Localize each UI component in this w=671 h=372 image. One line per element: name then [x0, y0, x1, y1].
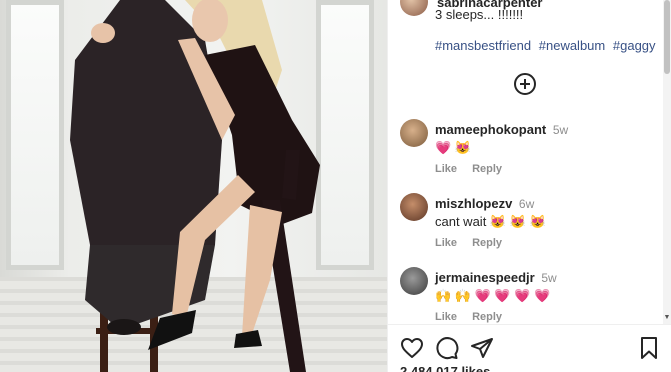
- post-caption: 3 sleeps... !!!!!!!: [435, 7, 524, 22]
- scroll-down-arrow-icon[interactable]: ▼: [663, 314, 671, 321]
- post-action-bar: [400, 336, 661, 360]
- likes-count[interactable]: 2,484,017 likes: [400, 364, 490, 372]
- avatar[interactable]: [400, 267, 428, 295]
- bookmark-icon[interactable]: [637, 336, 661, 360]
- avatar[interactable]: [400, 119, 428, 147]
- comment-text: 💗 😻: [435, 140, 471, 155]
- comment-username[interactable]: jermainespeedjr: [435, 270, 535, 285]
- comment-time[interactable]: 5w: [553, 123, 568, 137]
- hashtag-list: #mansbestfriend #newalbum #gaggy: [435, 38, 660, 53]
- comment-bubble-icon[interactable]: [435, 336, 459, 360]
- comment-like-button[interactable]: Like: [435, 311, 457, 323]
- comment-reply-button[interactable]: Reply: [472, 163, 502, 175]
- avatar[interactable]: [400, 193, 428, 221]
- post-side-panel: sabrinacarpenter 3 sleeps... !!!!!!! #ma…: [387, 0, 671, 372]
- comment-like-button[interactable]: Like: [435, 163, 457, 175]
- comment-text: cant wait 😻 😻 😻: [435, 214, 546, 229]
- photo-subjects: [70, 0, 320, 372]
- comment-item: miszhlopezv 6w cant wait 😻 😻 😻 Like Repl…: [400, 193, 660, 263]
- divider: [388, 324, 671, 325]
- hashtag-link[interactable]: #gaggy: [613, 38, 656, 53]
- comment-time[interactable]: 6w: [519, 197, 534, 211]
- comments-scrollbar[interactable]: ▼: [663, 0, 671, 325]
- hashtag-link[interactable]: #mansbestfriend: [435, 38, 531, 53]
- hashtag-link[interactable]: #newalbum: [539, 38, 606, 53]
- comment-reply-button[interactable]: Reply: [472, 311, 502, 323]
- scrollbar-thumb[interactable]: [664, 0, 670, 74]
- heart-outline-icon[interactable]: [400, 336, 424, 360]
- comment-item: jermainespeedjr 5w 🙌 🙌 💗 💗 💗 💗 Like Repl…: [400, 267, 660, 337]
- paper-plane-icon[interactable]: [470, 336, 494, 360]
- comment-like-button[interactable]: Like: [435, 237, 457, 249]
- post-photo[interactable]: [0, 0, 387, 372]
- comment-time[interactable]: 5w: [541, 271, 556, 285]
- comment-username[interactable]: miszhlopezv: [435, 196, 512, 211]
- avatar[interactable]: [400, 0, 428, 16]
- comment-reply-button[interactable]: Reply: [472, 237, 502, 249]
- comment-item: mameephokopant 5w 💗 😻 Like Reply: [400, 119, 660, 189]
- comment-username[interactable]: mameephokopant: [435, 122, 546, 137]
- plus-circle-icon[interactable]: [514, 73, 536, 95]
- comment-text: 🙌 🙌 💗 💗 💗 💗: [435, 288, 551, 303]
